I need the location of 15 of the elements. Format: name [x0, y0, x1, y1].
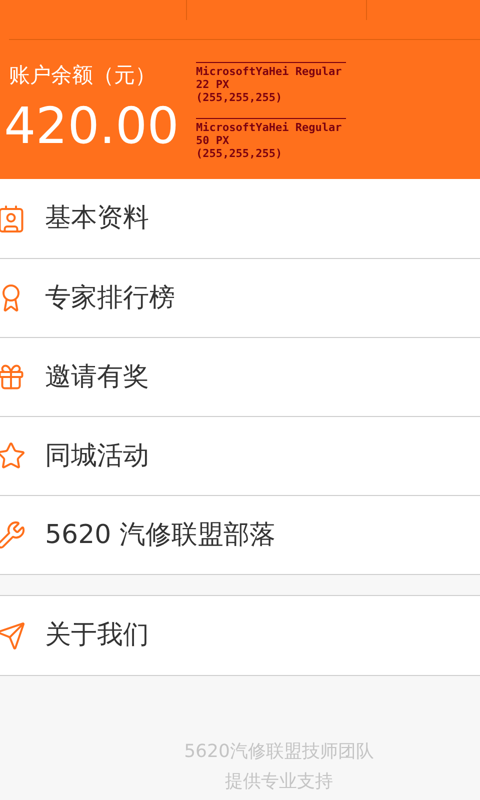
menu-item[interactable]: 5620 汽修联盟部落 — [0, 495, 480, 574]
menu-item[interactable]: 基本资料 — [0, 179, 480, 258]
star-icon — [0, 441, 26, 471]
menu-item[interactable]: 邀请有奖 — [0, 337, 480, 416]
menu-item[interactable]: 专家排行榜 — [0, 258, 480, 337]
menu-item[interactable]: 关于我们 — [0, 596, 480, 675]
spec-annotation: MicrosoftYaHei Regular 22 PX (255,255,255) — [196, 62, 346, 104]
balance-label: 账户余额（元） — [9, 62, 156, 89]
paper-plane-icon — [0, 620, 26, 650]
card-icon — [0, 204, 26, 234]
gift-icon — [0, 362, 26, 392]
menu-item[interactable]: 同城活动 — [0, 416, 480, 495]
balance-amount: 420.00 — [4, 96, 179, 156]
wrench-icon — [0, 520, 26, 550]
spec-annotation: MicrosoftYaHei Regular 50 PX (255,255,255) — [196, 118, 346, 160]
